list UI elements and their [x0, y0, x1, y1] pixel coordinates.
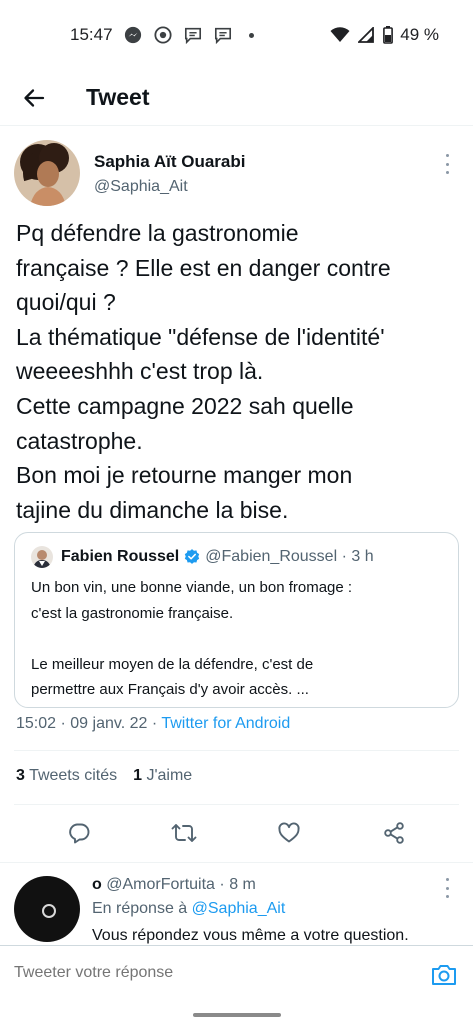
tweet-text: Pq défendre la gastronomie française ? E…	[16, 220, 391, 523]
quoted-author-handle: @Fabien_Roussel	[205, 548, 338, 565]
home-indicator[interactable]	[193, 1013, 281, 1017]
reply-text: Vous répondez vous même a votre question…	[92, 927, 409, 944]
chat-icon	[213, 25, 233, 45]
quotes-stat[interactable]: 3 Tweets cités	[16, 767, 117, 785]
more-vert-icon	[445, 878, 449, 881]
camera-button[interactable]	[429, 960, 459, 990]
reply-author-name: o	[92, 876, 102, 893]
quotes-count: 3	[16, 767, 25, 784]
quoted-tweet[interactable]: Fabien Roussel @Fabien_Roussel · 3 h Un …	[14, 532, 459, 708]
reply-age: 8 m	[229, 876, 256, 893]
avatar[interactable]	[14, 140, 80, 206]
quoted-tweet-header: Fabien Roussel @Fabien_Roussel · 3 h	[31, 546, 374, 568]
reply-button[interactable]	[61, 815, 97, 851]
page-title: Tweet	[86, 84, 150, 110]
tweet-author: Saphia Aït Ouarabi @Saphia_Ait	[14, 140, 459, 210]
more-options-button[interactable]	[439, 152, 455, 176]
reply-author-handle: @AmorFortuita	[106, 876, 215, 893]
status-time: 15:47	[70, 25, 113, 44]
author-name[interactable]: Saphia Aït Ouarabi	[94, 152, 245, 172]
chat-icon	[183, 25, 203, 45]
avatar	[31, 546, 53, 568]
likes-stat[interactable]: 1 J'aime	[133, 767, 192, 785]
tweet-time: 15:02	[16, 715, 57, 732]
avatar[interactable]	[14, 876, 80, 942]
reply-input[interactable]	[14, 964, 394, 982]
reply-tweet[interactable]: o @AmorFortuita · 8 m En réponse à @Saph…	[14, 870, 459, 945]
camera-icon	[432, 965, 456, 985]
verified-badge-icon	[185, 549, 200, 564]
messenger-icon	[123, 25, 143, 45]
divider	[0, 862, 473, 863]
quoted-tweet-text: Un bon vin, une bonne viande, un bon fro…	[31, 579, 353, 698]
reply-more-options-button[interactable]	[439, 876, 455, 900]
signal-icon	[356, 25, 376, 45]
share-button[interactable]	[376, 815, 412, 851]
compose-bar	[0, 945, 473, 1005]
reply-header: o @AmorFortuita · 8 m	[92, 876, 256, 893]
divider	[14, 750, 459, 751]
more-vert-icon	[445, 154, 449, 157]
divider	[14, 804, 459, 805]
quotes-label: Tweets cités	[29, 767, 118, 784]
arrow-left-icon	[24, 88, 45, 107]
quoted-tweet-age: 3 h	[351, 548, 374, 565]
notification-dot	[248, 32, 254, 38]
top-app-bar: Tweet	[0, 70, 473, 126]
quoted-author-name: Fabien Roussel	[61, 548, 180, 565]
reply-icon	[68, 823, 89, 844]
back-button[interactable]	[12, 76, 56, 120]
retweet-button[interactable]	[166, 815, 202, 851]
likes-label: J'aime	[146, 767, 193, 784]
likes-count: 1	[133, 767, 142, 784]
author-handle[interactable]: @Saphia_Ait	[94, 178, 188, 196]
battery-icon	[382, 25, 394, 45]
in-reply-prefix: En réponse à	[92, 900, 188, 917]
mention-link[interactable]: @Saphia_Ait	[192, 900, 286, 917]
like-icon	[278, 822, 300, 843]
chrome-icon	[153, 25, 173, 45]
tweet-actions	[14, 813, 459, 853]
tweet-stats: 3 Tweets cités 1 J'aime	[16, 767, 192, 785]
tweet-source-link[interactable]: Twitter for Android	[161, 715, 290, 732]
like-button[interactable]	[271, 815, 307, 851]
status-bar: 15:47 49 %	[0, 0, 473, 70]
tweet-date: 09 janv. 22	[70, 715, 148, 732]
in-reply-to: En réponse à @Saphia_Ait	[92, 900, 285, 918]
retweet-icon	[171, 824, 197, 842]
share-icon	[384, 822, 405, 844]
tweet-meta: 15:02 · 09 janv. 22 · Twitter for Androi…	[16, 715, 291, 732]
wifi-icon	[330, 25, 350, 45]
battery-level: 49 %	[400, 25, 439, 44]
